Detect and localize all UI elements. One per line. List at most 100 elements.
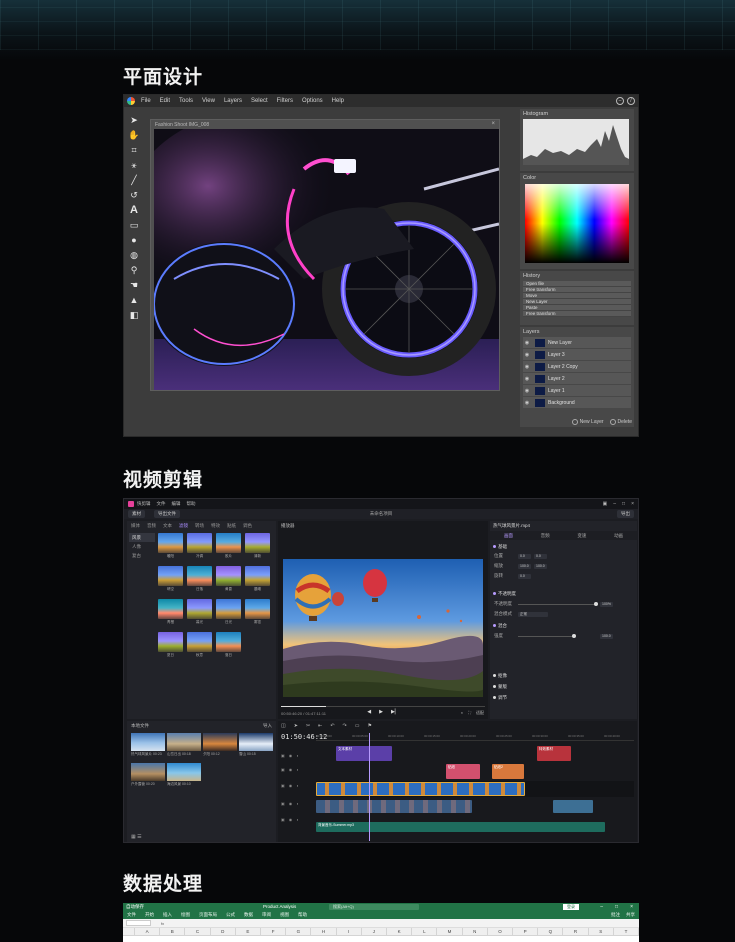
- ribbon-tab[interactable]: 插入: [163, 912, 172, 918]
- intensity-input[interactable]: 100.0: [600, 633, 613, 639]
- track-eye-icon[interactable]: ◉: [289, 801, 293, 806]
- track-lock-icon[interactable]: ▣: [281, 753, 285, 758]
- menu-help[interactable]: Help: [332, 98, 344, 104]
- timeline-clip-main-video[interactable]: [316, 782, 525, 796]
- ribbon-tab[interactable]: 数据: [244, 912, 253, 918]
- layer-row[interactable]: ◉ Layer 2 Copy: [523, 361, 631, 372]
- effect-thumbnail[interactable]: 雾霭: [245, 599, 270, 624]
- properties-tab[interactable]: 画面: [504, 531, 513, 540]
- menu-layers[interactable]: Layers: [224, 98, 242, 104]
- timeline-ruler[interactable]: 00:00:00:00 00:00:05:00 00:00:10:00 00:00:1…: [316, 733, 634, 741]
- column-header[interactable]: K: [387, 928, 413, 935]
- menu-select[interactable]: Select: [251, 98, 268, 104]
- undo-icon[interactable]: ↶: [330, 723, 334, 729]
- section-keying[interactable]: 抠像: [493, 673, 507, 679]
- player-scrubber[interactable]: [281, 706, 485, 707]
- media-clip[interactable]: 海边风景 00:10: [167, 763, 201, 787]
- effect-thumbnail[interactable]: 日光: [216, 599, 241, 624]
- ribbon-tab[interactable]: 绘图: [181, 912, 190, 918]
- volume-icon[interactable]: ◖: [461, 710, 463, 716]
- effect-thumbnail[interactable]: 暮光: [187, 599, 212, 624]
- lasso-tool-icon[interactable]: ↺: [128, 188, 140, 203]
- track-lock-icon[interactable]: ▣: [281, 801, 285, 806]
- library-tab[interactable]: 调色: [243, 523, 252, 528]
- blend-select[interactable]: 正常: [518, 611, 548, 617]
- library-tab[interactable]: 媒体: [131, 523, 140, 528]
- column-header[interactable]: P: [513, 928, 539, 935]
- column-header[interactable]: C: [185, 928, 211, 935]
- column-header[interactable]: T: [614, 928, 639, 935]
- redo-icon[interactable]: ↷: [343, 723, 347, 729]
- menu-filters[interactable]: Filters: [277, 98, 293, 104]
- track-mute-icon[interactable]: ◖: [296, 801, 298, 806]
- import-media-button[interactable]: 导入: [263, 723, 272, 728]
- column-header[interactable]: F: [261, 928, 287, 935]
- eye-icon[interactable]: ◉: [523, 364, 531, 370]
- track-eye-icon[interactable]: ◉: [289, 783, 293, 788]
- scale-x-input[interactable]: 100.0: [518, 563, 531, 569]
- name-box[interactable]: [126, 920, 151, 926]
- library-tab[interactable]: 文本: [163, 523, 172, 528]
- play-icon[interactable]: ▶: [379, 709, 383, 715]
- column-header[interactable]: E: [236, 928, 262, 935]
- cut-icon[interactable]: ✂: [306, 723, 310, 729]
- section-adjust[interactable]: 调节: [493, 695, 507, 701]
- globe-tool-icon[interactable]: ◍: [128, 248, 140, 263]
- track-eye-icon[interactable]: ◉: [289, 817, 293, 822]
- library-tab[interactable]: 贴纸: [227, 523, 236, 528]
- select-all-corner[interactable]: [123, 928, 135, 935]
- position-x-input[interactable]: 0.0: [518, 553, 531, 559]
- effect-thumbnail[interactable]: 黄昏: [216, 566, 241, 591]
- media-clip[interactable]: 户外露营 00:20: [131, 763, 165, 787]
- section-mask[interactable]: 蒙版: [493, 684, 507, 690]
- effect-thumbnail[interactable]: 清新: [245, 533, 270, 558]
- track-mute-icon[interactable]: ◖: [296, 767, 298, 772]
- column-header[interactable]: R: [563, 928, 589, 935]
- prev-frame-icon[interactable]: ◀: [367, 709, 371, 715]
- text-tool-icon[interactable]: A: [128, 203, 140, 218]
- color-picker[interactable]: [525, 184, 629, 263]
- effect-thumbnail[interactable]: 胶片: [216, 533, 241, 558]
- ribbon-tab[interactable]: 页面布局: [199, 912, 217, 918]
- timeline-clip-overlay[interactable]: [316, 800, 472, 813]
- track-lock-icon[interactable]: ▣: [281, 783, 285, 788]
- menu-file[interactable]: 文件: [157, 501, 166, 507]
- close-icon[interactable]: ×: [630, 904, 633, 910]
- fx-icon[interactable]: fx: [161, 921, 164, 926]
- search-input[interactable]: 搜索(Alt+Q): [329, 904, 419, 910]
- eye-icon[interactable]: ◉: [523, 340, 531, 346]
- timeline-clip-effect[interactable]: 特效素材: [537, 746, 571, 761]
- column-header[interactable]: M: [437, 928, 463, 935]
- publish-button[interactable]: 导出: [617, 510, 634, 518]
- media-clip[interactable]: 雪山 00:15: [239, 733, 273, 757]
- media-clip[interactable]: 山峦日出 00:18: [167, 733, 201, 757]
- menu-edit[interactable]: 编辑: [172, 501, 181, 507]
- autosave-label[interactable]: 自动保存: [126, 904, 144, 910]
- column-header[interactable]: N: [463, 928, 488, 935]
- select-icon[interactable]: ➤: [294, 723, 298, 729]
- effect-thumbnail[interactable]: 晨曦: [245, 566, 270, 591]
- menu-tools[interactable]: Tools: [179, 98, 193, 104]
- opacity-input[interactable]: 100%: [600, 601, 613, 607]
- close-icon[interactable]: ×: [631, 501, 634, 507]
- delete-layer-button[interactable]: Delete: [609, 419, 632, 425]
- minimize-icon[interactable]: –: [613, 501, 616, 507]
- effect-thumbnail[interactable]: 青橙: [158, 599, 183, 624]
- opacity-slider[interactable]: [518, 601, 598, 606]
- fullscreen-icon[interactable]: ⛶: [468, 710, 471, 716]
- eye-icon[interactable]: ◉: [523, 352, 531, 358]
- properties-tab[interactable]: 变速: [577, 531, 586, 540]
- position-y-input[interactable]: 0.0: [534, 553, 547, 559]
- arrow-tool-icon[interactable]: ➤: [128, 113, 140, 128]
- document-close-icon[interactable]: ×: [491, 121, 495, 127]
- media-clip[interactable]: 夕阳 00:12: [203, 733, 237, 757]
- zoom-tool-icon[interactable]: ⚲: [128, 263, 140, 278]
- marker-icon[interactable]: ⚑: [367, 723, 371, 729]
- history-item[interactable]: Free transform: [523, 311, 631, 317]
- delete-icon[interactable]: ▭: [355, 723, 360, 729]
- section-basic[interactable]: 基础: [493, 544, 507, 550]
- effect-thumbnail[interactable]: 夏日: [158, 632, 183, 657]
- layer-row[interactable]: ◉ New Layer: [523, 337, 631, 348]
- library-tab[interactable]: 特效: [211, 523, 220, 528]
- rotation-input[interactable]: 0.0: [518, 573, 531, 579]
